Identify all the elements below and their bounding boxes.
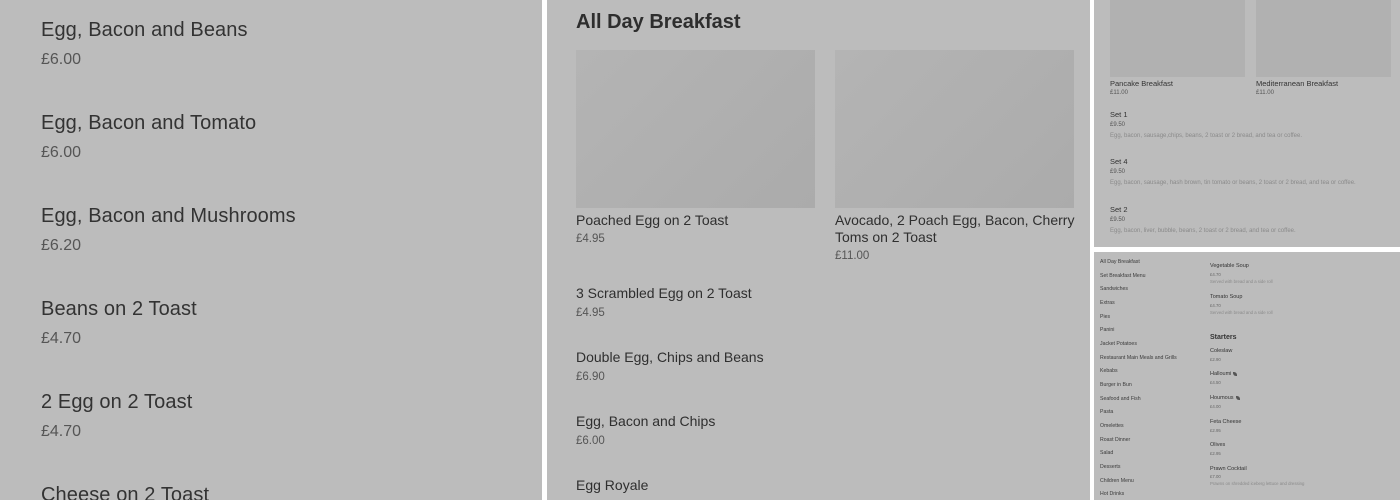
item-image[interactable]: [1110, 0, 1245, 77]
menu-item[interactable]: Egg, Bacon and Beans £6.00: [41, 19, 248, 69]
item-name[interactable]: Vegetable Soup: [1210, 263, 1249, 269]
set-breakfast-panel: Pancake Breakfast £11.00 Mediterranean B…: [1094, 0, 1400, 247]
item-name: 2 Egg on 2 Toast: [41, 391, 193, 413]
item-name: Beans on 2 Toast: [41, 298, 197, 320]
item-name[interactable]: Egg Royale: [576, 477, 821, 494]
vegetarian-icon: [1235, 395, 1240, 400]
item-name[interactable]: 3 Scrambled Egg on 2 Toast: [576, 285, 821, 302]
item-name[interactable]: Pancake Breakfast: [1110, 79, 1173, 88]
item-price: £4.70: [1210, 303, 1221, 308]
item-price: £11.00: [1256, 90, 1274, 96]
nav-item-salad[interactable]: Salad: [1100, 450, 1113, 456]
item-name[interactable]: Avocado, 2 Poach Egg, Bacon, Cherry Toms…: [835, 212, 1080, 246]
item-image[interactable]: [576, 50, 815, 208]
item-name[interactable]: Feta Cheese: [1210, 419, 1242, 425]
item-description: Served with bread and a side roll: [1210, 279, 1273, 284]
item-price: £6.20: [41, 237, 82, 254]
nav-item-children-menu[interactable]: Children Menu: [1100, 478, 1134, 484]
nav-item-jacket-potatoes[interactable]: Jacket Potatoes: [1100, 341, 1137, 347]
set-name[interactable]: Set 2: [1110, 205, 1128, 214]
menu-item[interactable]: Beans on 2 Toast £4.70: [41, 298, 197, 348]
nav-item-omelettes[interactable]: Omelettes: [1100, 423, 1124, 429]
item-price: £6.90: [576, 371, 605, 383]
item-name[interactable]: Double Egg, Chips and Beans: [576, 349, 821, 366]
item-name: Egg, Bacon and Mushrooms: [41, 205, 296, 227]
item-name: Houmous: [1210, 395, 1234, 401]
item-name[interactable]: Poached Egg on 2 Toast: [576, 212, 821, 229]
item-price: £4.95: [576, 307, 605, 319]
item-name: Halloumi: [1210, 371, 1232, 377]
item-name: Cheese on 2 Toast: [41, 484, 210, 500]
item-price: £11.00: [835, 250, 870, 262]
item-row[interactable]: Halloumi: [1210, 371, 1238, 377]
item-name[interactable]: Egg, Bacon and Chips: [576, 413, 821, 430]
nav-item-burger-in-bun[interactable]: Burger in Bun: [1100, 382, 1132, 388]
full-menu-panel: All Day Breakfast Set Breakfast Menu San…: [1094, 252, 1400, 500]
item-price: £4.70: [1210, 272, 1221, 277]
menu-item[interactable]: 2 Egg on 2 Toast £4.70: [41, 391, 192, 441]
section-title: All Day Breakfast: [576, 11, 741, 33]
item-description: Prawns on shredded iceberg lettuce and d…: [1210, 481, 1305, 486]
all-day-breakfast-panel: All Day Breakfast Poached Egg on 2 Toast…: [547, 0, 1090, 500]
item-price: £4.50: [1210, 380, 1221, 385]
item-image[interactable]: [1256, 0, 1391, 77]
set-price: £9.50: [1110, 217, 1126, 223]
menu-item[interactable]: Egg, Bacon and Tomato £6.00: [41, 112, 256, 162]
item-image[interactable]: [835, 50, 1074, 208]
nav-item-extras[interactable]: Extras: [1100, 300, 1115, 306]
set-description: Egg, bacon, sausage, hash brown, tin tom…: [1110, 180, 1356, 186]
item-price: £4.70: [41, 330, 82, 347]
item-name[interactable]: Prawn Cocktail: [1210, 466, 1247, 472]
nav-item-restaurant-main-meals[interactable]: Restaurant Main Meals and Grills: [1100, 355, 1177, 361]
item-price: £7.00: [1210, 474, 1221, 479]
nav-item-desserts[interactable]: Desserts: [1100, 464, 1120, 470]
nav-item-pies[interactable]: Pies: [1100, 314, 1110, 320]
menu-list-panel: Egg, Bacon and Beans £6.00 Egg, Bacon an…: [0, 0, 542, 500]
set-price: £9.50: [1110, 122, 1126, 128]
item-price: £4.70: [41, 423, 82, 440]
nav-item-pasta[interactable]: Pasta: [1100, 409, 1113, 415]
item-name: Egg, Bacon and Beans: [41, 19, 248, 41]
item-price: £6.00: [41, 51, 82, 68]
item-name: Egg, Bacon and Tomato: [41, 112, 257, 134]
item-name[interactable]: Olives: [1210, 442, 1225, 448]
item-price: £6.00: [576, 435, 605, 447]
item-price: £2.95: [1210, 451, 1221, 456]
item-description: Served with bread and a side roll: [1210, 310, 1273, 315]
set-description: Egg, bacon, sausage,chips, beans, 2 toas…: [1110, 133, 1303, 139]
item-price: £2.95: [1210, 428, 1221, 433]
set-price: £9.50: [1110, 169, 1126, 175]
nav-item-seafood-and-fish[interactable]: Seafood and Fish: [1100, 396, 1141, 402]
nav-item-kebabs[interactable]: Kebabs: [1100, 368, 1118, 374]
vegetarian-icon: [1233, 371, 1238, 376]
nav-item-panini[interactable]: Panini: [1100, 327, 1114, 333]
item-price: £4.00: [1210, 404, 1221, 409]
item-row[interactable]: Houmous: [1210, 395, 1240, 401]
item-price: £2.90: [1210, 357, 1221, 362]
item-name[interactable]: Coleslaw: [1210, 348, 1232, 354]
item-name[interactable]: Mediterranean Breakfast: [1256, 79, 1338, 88]
nav-item-sandwiches[interactable]: Sandwiches: [1100, 286, 1128, 292]
menu-item[interactable]: Cheese on 2 Toast: [41, 484, 209, 500]
set-description: Egg, bacon, liver, bubble, beans, 2 toas…: [1110, 228, 1296, 234]
starters-heading: Starters: [1210, 334, 1237, 341]
set-name[interactable]: Set 4: [1110, 157, 1128, 166]
nav-item-roast-dinner[interactable]: Roast Dinner: [1100, 437, 1130, 443]
item-price: £4.95: [576, 233, 605, 245]
nav-item-all-day-breakfast[interactable]: All Day Breakfast: [1100, 259, 1140, 265]
item-name[interactable]: Tomato Soup: [1210, 294, 1242, 300]
menu-item[interactable]: Egg, Bacon and Mushrooms £6.20: [41, 205, 296, 255]
nav-item-hot-drinks[interactable]: Hot Drinks: [1100, 491, 1124, 497]
item-price: £11.00: [1110, 90, 1128, 96]
set-name[interactable]: Set 1: [1110, 110, 1128, 119]
nav-item-set-breakfast-menu[interactable]: Set Breakfast Menu: [1100, 273, 1146, 279]
item-price: £6.00: [41, 144, 82, 161]
